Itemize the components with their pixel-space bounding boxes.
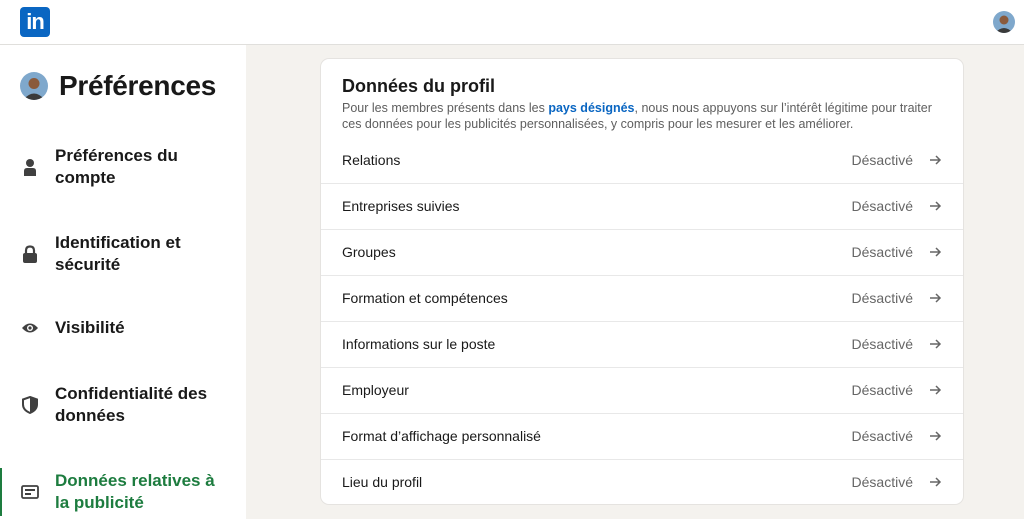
sidebar-avatar-icon bbox=[20, 72, 48, 100]
arrow-right-icon bbox=[928, 337, 942, 351]
sidebar-item-advertising-data[interactable]: Données relatives à la publicité bbox=[0, 468, 246, 516]
row-label: Format d’affichage personnalisé bbox=[342, 428, 541, 444]
row-label: Formation et compétences bbox=[342, 290, 508, 306]
row-status: Désactivé bbox=[851, 428, 913, 444]
card-title: Données du profil bbox=[342, 76, 495, 96]
row-divider bbox=[321, 321, 963, 322]
sidebar-item-account-preferences[interactable]: Préférences du compte bbox=[0, 143, 246, 191]
row-label: Lieu du profil bbox=[342, 474, 423, 490]
avatar-icon bbox=[993, 11, 1015, 33]
designated-countries-link[interactable]: pays désignés bbox=[548, 101, 634, 115]
row-divider bbox=[321, 229, 963, 230]
eye-icon bbox=[21, 319, 39, 337]
lock-icon bbox=[21, 245, 39, 263]
arrow-right-icon bbox=[928, 199, 942, 213]
setting-row-custom-display-format[interactable]: Format d’affichage personnalisé Désactiv… bbox=[321, 413, 963, 459]
logo-text: in bbox=[26, 9, 45, 34]
arrow-right-icon bbox=[928, 245, 942, 259]
arrow-right-icon bbox=[928, 383, 942, 397]
settings-sidebar: Préférences Préférences du compte Identi… bbox=[0, 45, 246, 519]
arrow-right-icon bbox=[928, 153, 942, 167]
shield-icon bbox=[21, 396, 39, 414]
profile-data-card: Données du profil Pour les membres prése… bbox=[321, 59, 963, 504]
setting-row-connections[interactable]: Relations Désactivé bbox=[321, 137, 963, 183]
row-divider bbox=[321, 413, 963, 414]
ad-card-icon bbox=[21, 483, 39, 501]
sidebar-item-visibility[interactable]: Visibilité bbox=[0, 317, 246, 339]
arrow-right-icon bbox=[928, 291, 942, 305]
sidebar-item-label: Identification et sécurité bbox=[55, 233, 181, 274]
desc-text: Pour les membres présents dans les bbox=[342, 101, 549, 115]
setting-row-education-skills[interactable]: Formation et compétences Désactivé bbox=[321, 275, 963, 321]
sidebar-item-label: Confidentialité des données bbox=[55, 384, 208, 425]
row-status: Désactivé bbox=[851, 474, 913, 490]
sidebar-item-data-privacy[interactable]: Confidentialité des données bbox=[0, 381, 246, 429]
sidebar-item-label: Données relatives à la publicité bbox=[55, 471, 215, 512]
sidebar-item-label: Préférences du compte bbox=[55, 146, 178, 187]
arrow-right-icon bbox=[928, 429, 942, 443]
row-divider bbox=[321, 275, 963, 276]
row-label: Employeur bbox=[342, 382, 409, 398]
row-label: Groupes bbox=[342, 244, 396, 260]
row-label: Relations bbox=[342, 152, 401, 168]
setting-row-profile-location[interactable]: Lieu du profil Désactivé bbox=[321, 459, 963, 505]
top-navigation-bar: in bbox=[0, 0, 1024, 45]
row-divider bbox=[321, 459, 963, 460]
row-label: Informations sur le poste bbox=[342, 336, 496, 352]
arrow-right-icon bbox=[928, 475, 942, 489]
sidebar-item-sign-in-security[interactable]: Identification et sécurité bbox=[0, 230, 246, 278]
card-description: Pour les membres présents dans les pays … bbox=[342, 100, 942, 132]
row-status: Désactivé bbox=[851, 244, 913, 260]
setting-row-employer[interactable]: Employeur Désactivé bbox=[321, 367, 963, 413]
row-status: Désactivé bbox=[851, 198, 913, 214]
row-status: Désactivé bbox=[851, 336, 913, 352]
row-divider bbox=[321, 183, 963, 184]
row-divider bbox=[321, 367, 963, 368]
row-status: Désactivé bbox=[851, 382, 913, 398]
setting-row-groups[interactable]: Groupes Désactivé bbox=[321, 229, 963, 275]
row-status: Désactivé bbox=[851, 152, 913, 168]
profile-avatar[interactable] bbox=[993, 11, 1015, 33]
sidebar-header: Préférences bbox=[20, 70, 216, 102]
page-title: Préférences bbox=[59, 70, 217, 101]
setting-row-job-information[interactable]: Informations sur le poste Désactivé bbox=[321, 321, 963, 367]
row-label: Entreprises suivies bbox=[342, 198, 460, 214]
person-icon bbox=[21, 158, 39, 176]
row-status: Désactivé bbox=[851, 290, 913, 306]
sidebar-item-label: Visibilité bbox=[55, 318, 125, 337]
setting-row-companies-followed[interactable]: Entreprises suivies Désactivé bbox=[321, 183, 963, 229]
linkedin-logo-icon[interactable]: in bbox=[20, 7, 50, 37]
